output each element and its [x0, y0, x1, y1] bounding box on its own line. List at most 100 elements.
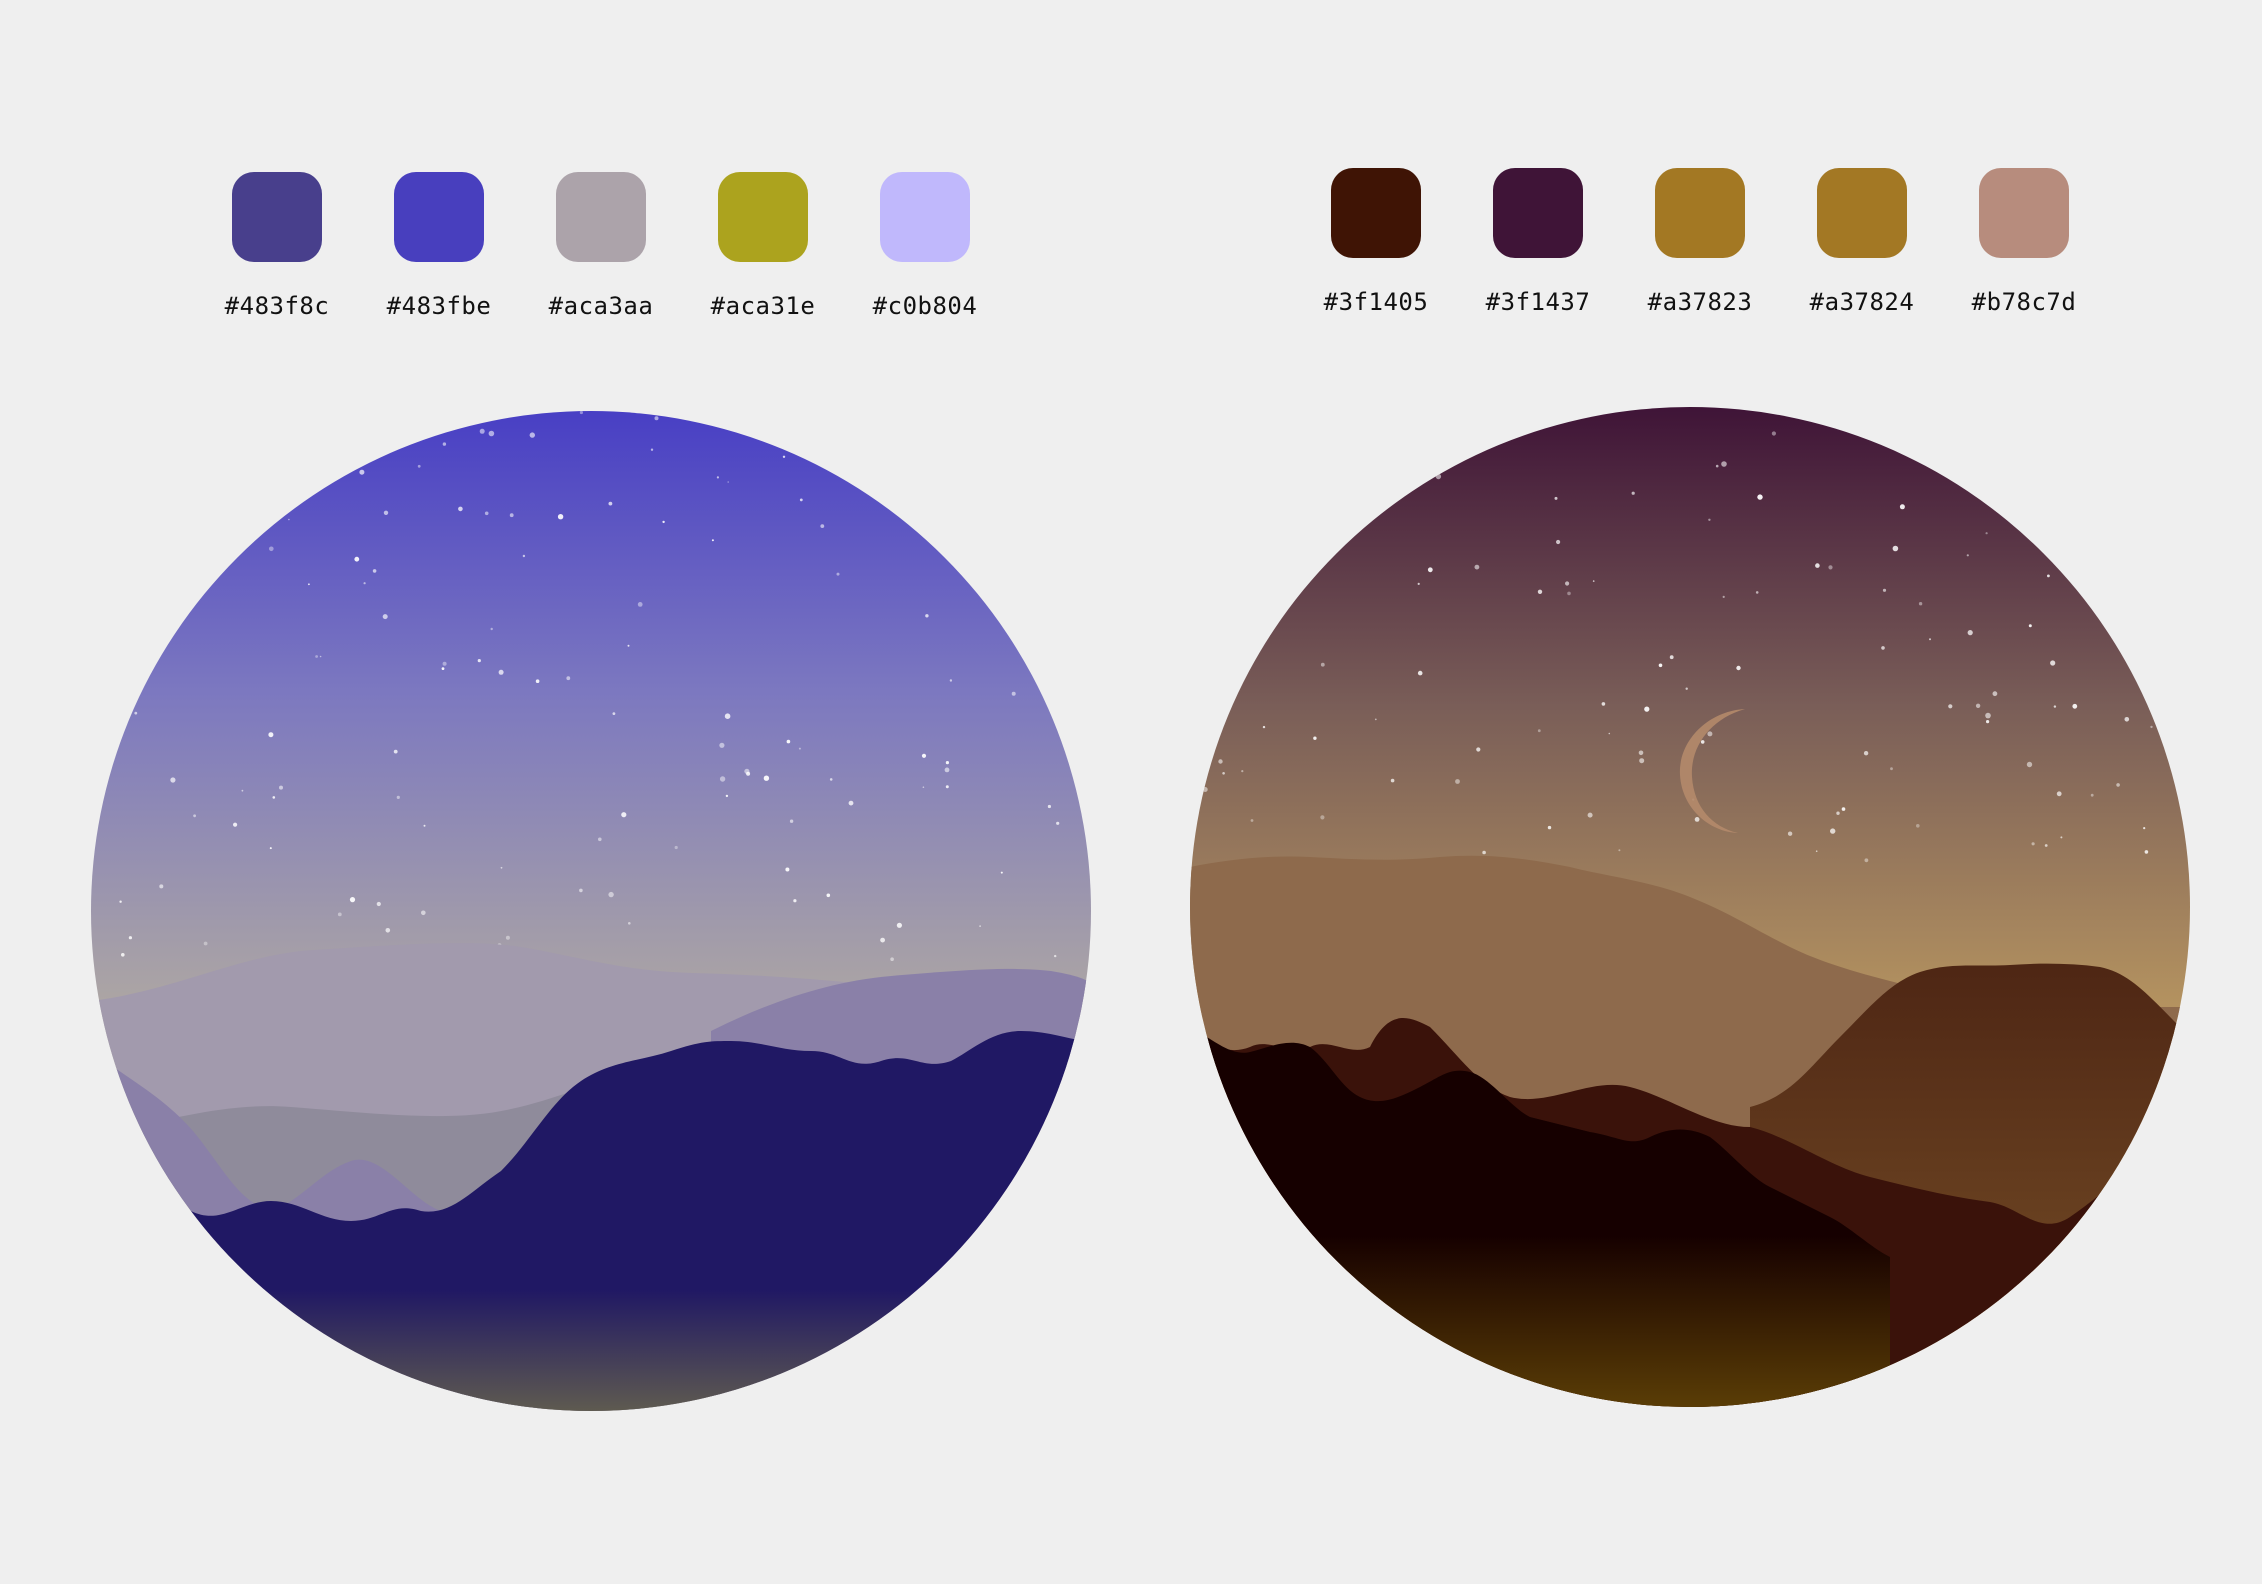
swatch-label: #3f1405	[1323, 288, 1429, 316]
star	[1707, 731, 1713, 737]
star	[1828, 565, 1833, 570]
swatch-label: #aca31e	[710, 292, 816, 320]
swatch-label: #b78c7d	[1971, 288, 2077, 316]
star	[2053, 705, 2057, 708]
star	[1830, 828, 1836, 834]
star	[268, 479, 272, 484]
star	[785, 867, 790, 872]
star	[921, 753, 927, 758]
star	[1320, 815, 1325, 820]
star	[793, 899, 797, 903]
star	[129, 579, 132, 582]
star	[126, 499, 129, 502]
star	[308, 583, 310, 586]
star	[1639, 758, 1645, 764]
star	[674, 845, 678, 850]
star	[896, 922, 903, 928]
star	[1929, 638, 1931, 641]
swatch-item: #a37823	[1619, 168, 1781, 316]
star	[1933, 419, 1937, 423]
star	[711, 539, 714, 542]
star	[509, 513, 514, 518]
star	[1736, 665, 1741, 671]
star	[2044, 844, 2048, 847]
star	[1967, 630, 1973, 636]
star	[2021, 438, 2024, 441]
star	[105, 451, 110, 455]
star	[1075, 599, 1078, 602]
star	[1669, 655, 1674, 660]
star	[612, 712, 616, 715]
palette-left: #483f8c #483fbe #aca3aa #aca31e #c0b804	[196, 172, 1006, 320]
star	[1638, 750, 1644, 756]
star	[315, 655, 318, 658]
star	[134, 711, 138, 715]
star	[131, 632, 134, 635]
swatch-label: #483f8c	[224, 292, 330, 320]
star	[786, 739, 791, 744]
star	[1047, 804, 1051, 809]
star	[1474, 564, 1480, 570]
star	[1986, 720, 1990, 724]
star	[798, 747, 801, 750]
star	[2143, 827, 2146, 830]
swatch-label: #a37824	[1809, 288, 1915, 316]
star	[1241, 770, 1244, 773]
star	[1455, 779, 1460, 784]
star	[2164, 475, 2167, 479]
star	[159, 884, 164, 889]
star	[535, 679, 540, 683]
star	[1435, 473, 1442, 480]
star	[1509, 414, 1512, 418]
star	[2092, 477, 2098, 483]
star	[1882, 588, 1887, 592]
star	[2124, 717, 2130, 722]
star	[557, 514, 564, 520]
star	[1292, 595, 1297, 600]
star	[1056, 821, 1060, 825]
star	[354, 556, 360, 562]
color-swatch	[556, 172, 646, 262]
star	[490, 627, 493, 631]
star	[1537, 589, 1543, 594]
star	[1207, 634, 1212, 639]
star	[2037, 525, 2043, 531]
night-landscape-illustration	[91, 411, 1091, 1411]
star	[477, 659, 481, 663]
star	[925, 614, 929, 618]
star	[744, 768, 750, 774]
star	[421, 910, 426, 916]
star	[637, 602, 643, 607]
star	[2028, 624, 2032, 628]
swatch-item: #aca31e	[682, 172, 844, 320]
color-swatch	[1655, 168, 1745, 258]
color-swatch	[1817, 168, 1907, 258]
star	[1549, 408, 1554, 414]
star	[628, 922, 631, 925]
star	[1478, 437, 1483, 443]
star	[393, 749, 398, 754]
star	[2090, 793, 2094, 797]
star	[1368, 447, 1373, 452]
star	[922, 786, 925, 788]
star	[127, 552, 131, 556]
star	[128, 936, 132, 940]
star	[939, 440, 943, 444]
star	[1916, 824, 1920, 828]
star	[505, 935, 510, 940]
swatch-label: #c0b804	[872, 292, 978, 320]
star	[1722, 595, 1725, 598]
star	[359, 469, 365, 475]
star	[2116, 783, 2120, 787]
color-swatch	[394, 172, 484, 262]
star	[1685, 687, 1688, 690]
star	[376, 901, 381, 907]
star	[566, 676, 571, 681]
star	[650, 448, 654, 451]
swatch-item: #aca3aa	[520, 172, 682, 320]
star	[282, 475, 285, 478]
star	[498, 669, 504, 675]
star	[1427, 567, 1433, 573]
dusk-landscape-illustration	[1190, 407, 2190, 1407]
star	[820, 524, 825, 528]
